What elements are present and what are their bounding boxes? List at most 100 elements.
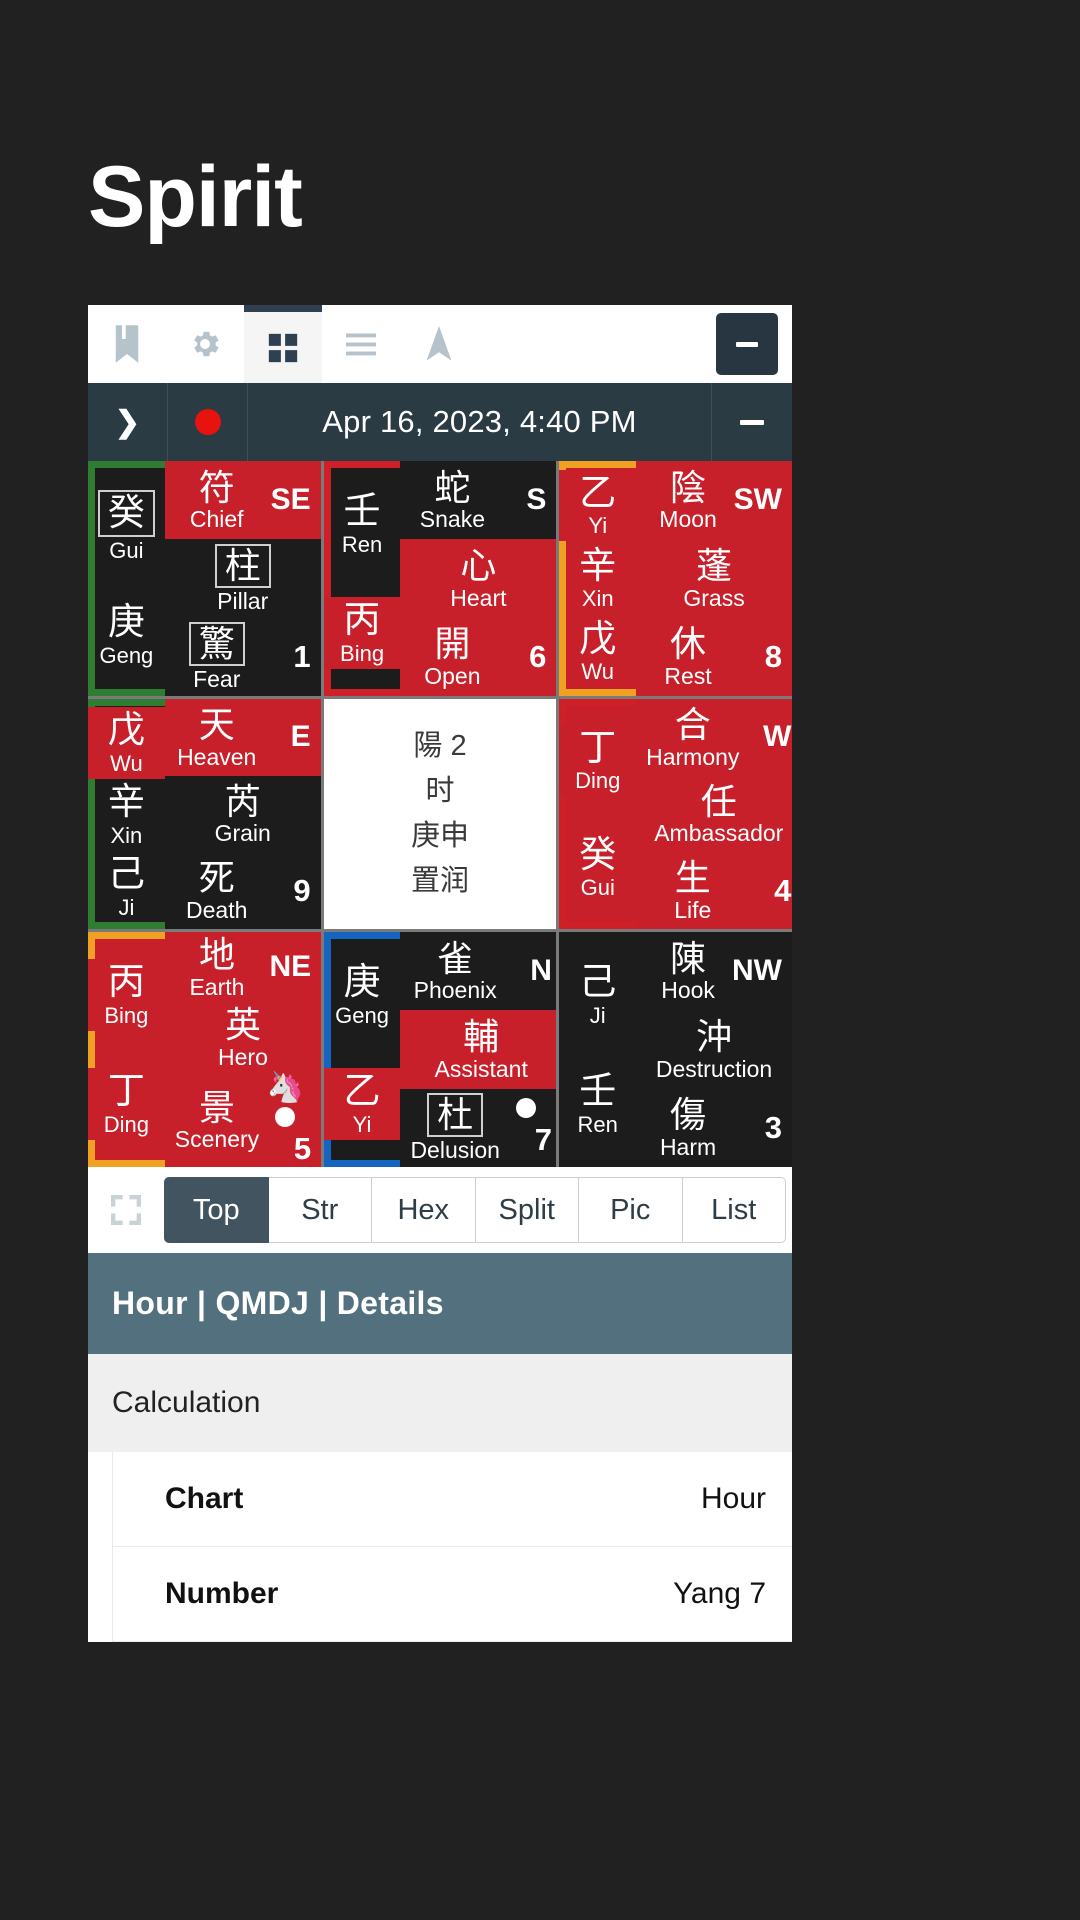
palace-body: 雀 Phoenix N 輔 Assistant 杜 Delusion 7 bbox=[400, 932, 557, 1167]
stem-cn: 乙 bbox=[579, 471, 617, 513]
expand-chevron-button[interactable]: ❯ bbox=[88, 383, 168, 461]
details-section-title: Calculation bbox=[88, 1354, 792, 1452]
palace-row-en: Fear bbox=[193, 666, 241, 693]
navigate-icon[interactable] bbox=[400, 305, 478, 383]
palace-row: 蛇 Snake S bbox=[400, 461, 557, 540]
palace-direction: N bbox=[530, 954, 552, 988]
palace-row: 地 Earth NE bbox=[164, 932, 321, 1003]
palace-n[interactable]: 庚 Geng 乙 Yi 雀 Phoenix N 輔 Assistant 杜 Delusion 7 bbox=[323, 932, 557, 1167]
palace-number: 1 bbox=[293, 638, 311, 674]
stem-en: Ji bbox=[589, 1002, 606, 1028]
stem-cn: 辛 bbox=[107, 780, 145, 822]
palace-body: 地 Earth NE 英 Hero 景 Scenery 🦄 5 bbox=[164, 932, 321, 1167]
palace-corner: SW bbox=[730, 483, 782, 517]
palace-nw[interactable]: 己 Ji 壬 Ren 陳 Hook NW 沖 Destruction 傷 Harm 3 bbox=[559, 932, 792, 1167]
palace-row: 符 Chief SE bbox=[164, 461, 321, 540]
stem: 壬 Ren bbox=[324, 488, 401, 560]
list-icon-glyph bbox=[346, 333, 376, 356]
palace-ne[interactable]: 丙 Bing 丁 Ding 地 Earth NE 英 Hero 景 Scenery 🦄 5 bbox=[88, 932, 321, 1167]
stem-en: Xin bbox=[581, 586, 614, 612]
list-icon[interactable] bbox=[322, 305, 400, 383]
palace-corner: W bbox=[739, 720, 791, 754]
marker-dot-icon bbox=[515, 1097, 536, 1118]
stem-cn: 戊 bbox=[579, 617, 617, 659]
stem-column: 癸 Gui 庚 Geng bbox=[88, 461, 165, 696]
palace-row-cn: 雀 bbox=[437, 937, 474, 979]
stem-column: 乙 Yi 辛 Xin 戊 Wu bbox=[559, 461, 637, 696]
palace-row-en: Harm bbox=[659, 1134, 717, 1161]
stem: 壬 Ren bbox=[559, 1068, 636, 1140]
palace-row-en: Heart bbox=[450, 584, 507, 611]
palace-row: 輔 Assistant bbox=[400, 1010, 557, 1089]
minus-icon bbox=[740, 419, 764, 425]
palace-number: 3 bbox=[764, 1109, 782, 1145]
palace-row-en: Rest bbox=[664, 663, 712, 690]
palace-row-cn: 柱 bbox=[214, 544, 271, 588]
palace-row-cn: 符 bbox=[198, 466, 235, 508]
details-rows: Chart Hour Number Yang 7 bbox=[88, 1452, 792, 1642]
stem-en: Ren bbox=[341, 531, 383, 557]
tab-list[interactable]: List bbox=[682, 1177, 786, 1243]
gear-icon-glyph bbox=[194, 331, 219, 357]
expand-icon[interactable] bbox=[88, 1190, 164, 1230]
palace-center[interactable]: 陽 2 时庚申 置润 bbox=[323, 699, 557, 929]
palace-row-cn: 地 bbox=[198, 933, 235, 975]
palace-direction: NW bbox=[732, 954, 782, 988]
stem-cn: 丁 bbox=[107, 1070, 145, 1112]
tab-top[interactable]: Top bbox=[164, 1177, 269, 1243]
tab-split[interactable]: Split bbox=[475, 1177, 579, 1243]
stem: 辛 Xin bbox=[88, 779, 165, 851]
palace-row-cn: 死 bbox=[198, 857, 235, 899]
palace-row-en: Phoenix bbox=[413, 977, 497, 1004]
palace-row: 合 Harmony W bbox=[636, 699, 792, 776]
palace-row-cn: 陰 bbox=[670, 466, 707, 508]
page-title: Spirit bbox=[88, 149, 303, 245]
gear-icon[interactable] bbox=[166, 305, 244, 383]
navigate-icon-glyph bbox=[426, 326, 452, 361]
palace-body: 陰 Moon SW 蓬 Grass 休 Rest 8 bbox=[636, 461, 792, 696]
stem: 戊 Wu bbox=[88, 707, 165, 779]
book-icon[interactable] bbox=[88, 305, 166, 383]
center-line: 陽 2 bbox=[413, 730, 467, 763]
minimize-button[interactable] bbox=[716, 313, 778, 375]
palace-row-label: 杜 Delusion bbox=[410, 1093, 500, 1162]
stem-en: Yi bbox=[352, 1112, 372, 1138]
palace-sw[interactable]: 乙 Yi 辛 Xin 戊 Wu 陰 Moon SW 蓬 Grass 休 Rest 8 bbox=[559, 461, 792, 696]
palace-row-cn: 驚 bbox=[188, 622, 245, 667]
tab-pic[interactable]: Pic bbox=[579, 1177, 683, 1243]
palace-row-label: 景 Scenery bbox=[175, 1088, 259, 1151]
minus-icon bbox=[736, 341, 758, 347]
palace-row-en: Open bbox=[424, 663, 481, 690]
grid-icon[interactable] bbox=[244, 305, 322, 383]
stem-cn: 庚 bbox=[107, 601, 145, 643]
palace-direction: SE bbox=[270, 483, 311, 517]
palace-row-cn: 陳 bbox=[670, 937, 707, 979]
stem: 庚 Geng bbox=[324, 959, 401, 1031]
palace-se[interactable]: 癸 Gui 庚 Geng 符 Chief SE 柱 Pillar 驚 Fear 1 bbox=[88, 461, 321, 696]
palace-w[interactable]: 丁 Ding 癸 Gui 合 Harmony W 任 Ambassador 生 Life 4 bbox=[559, 699, 792, 929]
stem-en: Xin bbox=[110, 822, 143, 848]
record-dot-icon bbox=[194, 409, 221, 435]
palace-row-label: 合 Harmony bbox=[646, 706, 739, 769]
center-line: 时 bbox=[425, 775, 455, 808]
tab-str[interactable]: Str bbox=[268, 1177, 372, 1243]
palace-corner: 1 bbox=[259, 638, 311, 675]
palace-row-en: Hero bbox=[218, 1044, 268, 1071]
palace-s[interactable]: 壬 Ren 丙 Bing 蛇 Snake S 心 Heart 開 Open 6 bbox=[323, 461, 557, 696]
palace-row-label: 雀 Phoenix bbox=[410, 937, 500, 1004]
stem: 辛 Xin bbox=[559, 543, 636, 615]
palace-corner: 4 bbox=[739, 873, 791, 909]
palace-e[interactable]: 戊 Wu 辛 Xin 己 Ji 天 Heaven E 芮 Grain 死 Death 9 bbox=[88, 699, 321, 929]
stem: 乙 Yi bbox=[559, 469, 637, 542]
palace-row-label: 符 Chief bbox=[175, 466, 259, 531]
palace-row: 傷 Harm 3 bbox=[636, 1088, 792, 1167]
palace-number: 8 bbox=[764, 638, 782, 674]
palace-row-label: 柱 Pillar bbox=[175, 544, 311, 613]
palace-row-cn: 英 bbox=[224, 1004, 261, 1046]
palace-corner: NE bbox=[259, 950, 311, 984]
tab-hex[interactable]: Hex bbox=[372, 1177, 476, 1243]
record-dot-button[interactable] bbox=[168, 383, 248, 461]
datebar-minimize-button[interactable] bbox=[712, 383, 792, 461]
date-value[interactable]: Apr 16, 2023, 4:40 PM bbox=[248, 383, 712, 461]
palace-row-label: 任 Ambassador bbox=[646, 782, 791, 845]
